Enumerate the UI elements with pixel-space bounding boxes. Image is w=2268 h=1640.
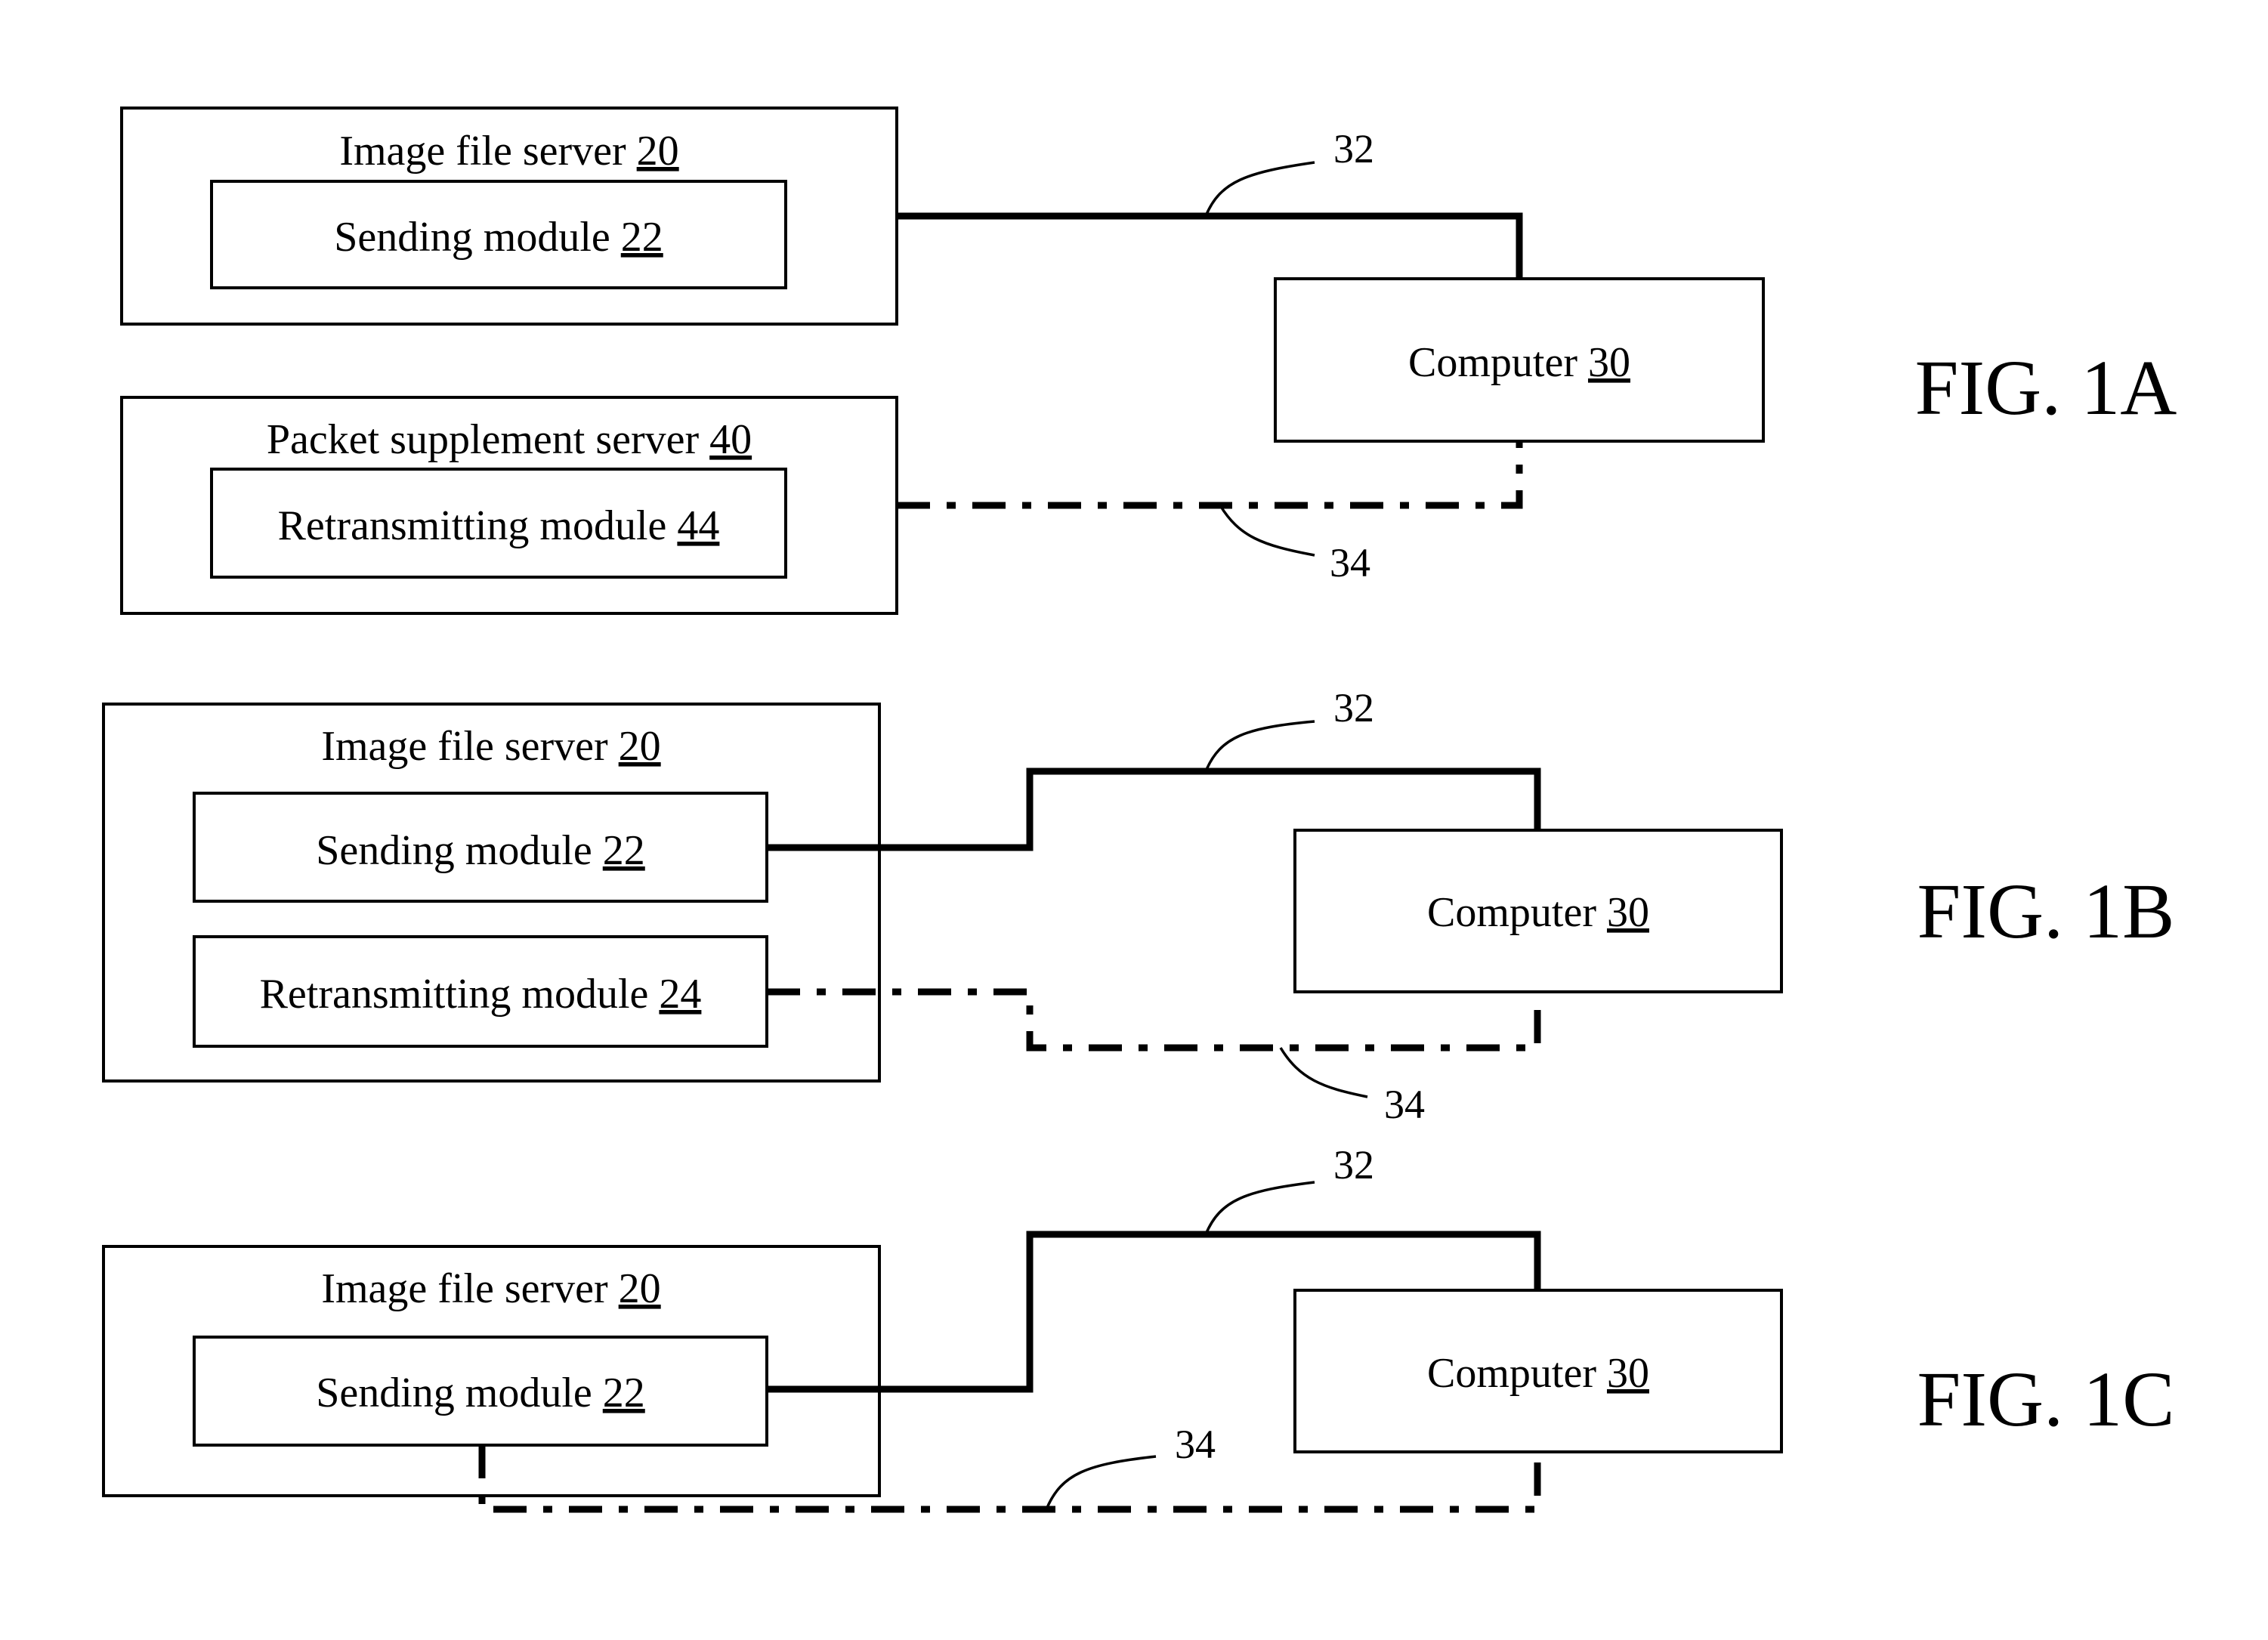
figure-1c: Image file server 20 Sending module 22 C… [102, 1142, 2175, 1513]
leader-line-32 [1204, 1181, 1315, 1235]
retransmitting-module-label: Retransmitting module 24 [260, 971, 702, 1018]
image-file-server-label: Image file server 20 [339, 128, 678, 175]
figure-1b: Image file server 20 Sending module 22 R… [102, 685, 2175, 1127]
leader-line-34 [1045, 1455, 1157, 1510]
image-file-server-label: Image file server 20 [321, 723, 660, 770]
figure-caption: FIG. 1A [1915, 344, 2177, 431]
image-file-server-label: Image file server 20 [321, 1265, 660, 1312]
figure-caption: FIG. 1B [1917, 868, 2175, 955]
retransmitting-module-label: Retransmitting module 44 [278, 502, 720, 549]
sending-module-label: Sending module 22 [316, 827, 645, 874]
reference-label-34: 34 [1175, 1422, 1216, 1467]
reference-label-32: 32 [1333, 685, 1374, 730]
reference-label-32: 32 [1333, 126, 1374, 171]
leader-line-34 [1279, 1047, 1368, 1098]
computer-label: Computer 30 [1427, 889, 1649, 936]
leader-line-32 [1204, 720, 1315, 772]
sending-module-label: Sending module 22 [316, 1370, 645, 1416]
figure-caption: FIG. 1C [1917, 1356, 2175, 1443]
connection-line-34 [767, 988, 1541, 1052]
connection-line-32 [897, 212, 1523, 279]
figure-1a: Image file server 20 Sending module 22 P… [120, 107, 2177, 615]
sending-module-label: Sending module 22 [334, 214, 663, 261]
packet-supplement-server-label: Packet supplement server 40 [267, 416, 752, 463]
reference-label-34: 34 [1330, 540, 1370, 585]
computer-label: Computer 30 [1427, 1350, 1649, 1397]
computer-label: Computer 30 [1408, 339, 1630, 386]
connection-line-34 [897, 441, 1523, 509]
reference-label-34: 34 [1384, 1082, 1425, 1127]
patent-figure-sheet: Image file server 20 Sending module 22 P… [102, 107, 2177, 1513]
reference-label-32: 32 [1333, 1142, 1374, 1188]
leader-line-34 [1219, 505, 1315, 557]
leader-line-32 [1204, 161, 1315, 217]
